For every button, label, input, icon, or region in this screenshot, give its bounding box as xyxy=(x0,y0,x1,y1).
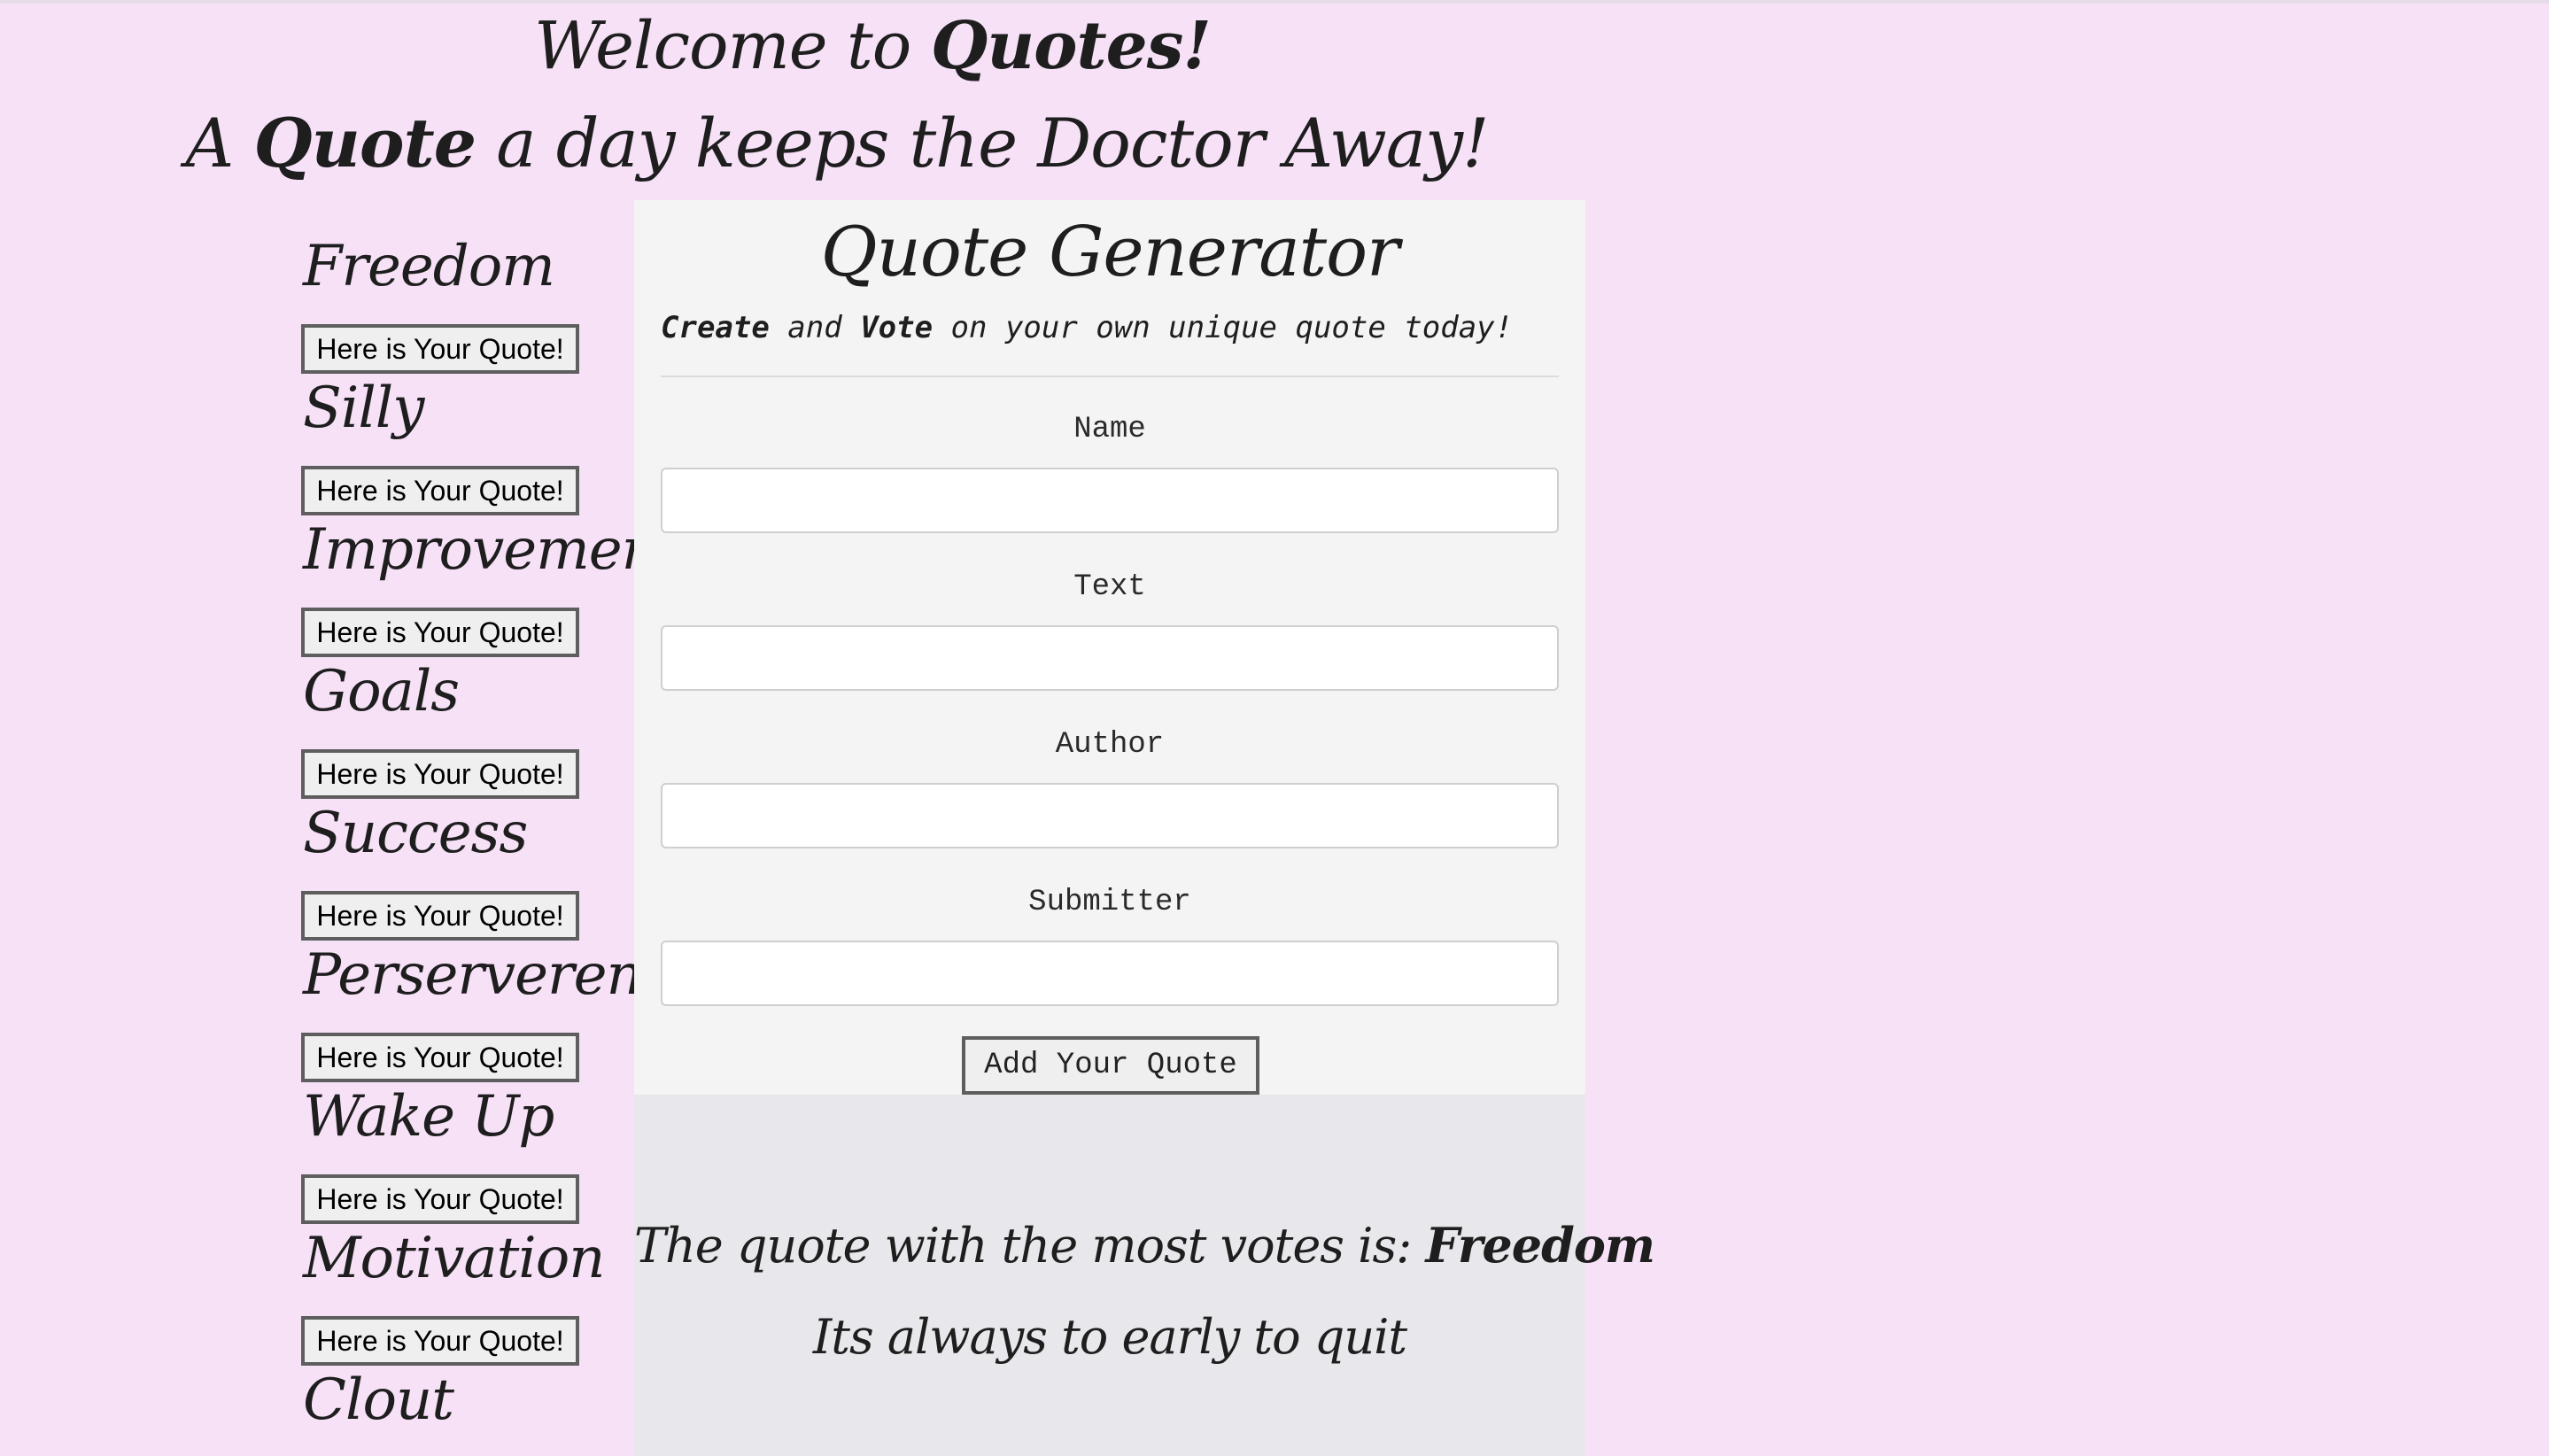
wake-up-quote-button[interactable]: Here is Your Quote! xyxy=(301,1174,579,1224)
category-name: Goals xyxy=(303,659,460,724)
motivation-quote-button[interactable]: Here is Your Quote! xyxy=(301,1316,579,1366)
author-label: Author xyxy=(1055,728,1165,762)
category-name: Success xyxy=(303,801,528,866)
goals-quote-button[interactable]: Here is Your Quote! xyxy=(301,749,579,799)
subtitle-create: Create xyxy=(661,310,770,345)
category-sidebar: Freedom Here is Your Quote! Silly Here i… xyxy=(301,227,706,1456)
category-name: Clout xyxy=(303,1367,454,1433)
category-silly: Silly Here is Your Quote! xyxy=(301,368,638,515)
category-name: Silly xyxy=(303,376,424,441)
category-freedom: Freedom Here is Your Quote! xyxy=(301,227,638,374)
perserverence-quote-button[interactable]: Here is Your Quote! xyxy=(301,1033,579,1082)
most-voted-name: Freedom xyxy=(1425,1217,1655,1274)
category-name: Motivation xyxy=(303,1226,605,1291)
quote-generator-panel: Quote Generator Create and Vote on your … xyxy=(634,200,1585,1095)
most-voted-prefix: The quote with the most votes is: xyxy=(634,1218,1426,1274)
subtitle-vote: Vote xyxy=(860,310,934,345)
category-improvement: Improvement Here is Your Quote! xyxy=(301,510,680,657)
welcome-heading: Welcome to Quotes! xyxy=(0,2,1745,90)
subtitle-and: and xyxy=(769,310,861,345)
most-voted-panel: The quote with the most votes is: Freedo… xyxy=(634,1095,1655,1456)
text-input[interactable] xyxy=(661,625,1559,691)
category-success: Success Here is Your Quote! xyxy=(301,794,638,941)
category-goals: Goals Here is Your Quote! xyxy=(301,652,638,799)
welcome-prefix: Welcome to xyxy=(534,8,931,84)
welcome-brand: Quotes! xyxy=(930,8,1212,84)
text-label: Text xyxy=(1073,570,1146,604)
author-input[interactable] xyxy=(661,783,1559,848)
divider xyxy=(661,376,1559,377)
name-input[interactable] xyxy=(661,468,1559,533)
tagline-heading: A Quote a day keeps the Doctor Away! xyxy=(0,99,1674,188)
submitter-input[interactable] xyxy=(661,941,1559,1006)
generator-subtitle: Create and Vote on your own unique quote… xyxy=(661,301,1564,354)
category-wake-up: Wake Up Here is Your Quote! xyxy=(301,1077,638,1224)
most-voted-quote-text: Its always to early to quit xyxy=(812,1309,1407,1365)
category-motivation: Motivation Here is Your Quote! xyxy=(301,1219,638,1366)
category-name: Improvement xyxy=(303,517,680,583)
name-label: Name xyxy=(1073,413,1146,446)
subtitle-rest: on your own unique quote today! xyxy=(933,310,1514,345)
category-clout: Clout xyxy=(301,1360,638,1456)
most-voted-line: The quote with the most votes is: Freedo… xyxy=(634,1210,1655,1282)
category-perserverence: Perserverence Here is Your Quote! xyxy=(301,935,706,1082)
success-quote-button[interactable]: Here is Your Quote! xyxy=(301,891,579,941)
tagline-end: a day keeps the Doctor Away! xyxy=(476,104,1489,182)
tagline-brand: Quote xyxy=(253,104,476,182)
category-name: Wake Up xyxy=(303,1084,554,1150)
add-quote-button[interactable]: Add Your Quote xyxy=(962,1036,1259,1095)
freedom-quote-button[interactable]: Here is Your Quote! xyxy=(301,324,579,374)
silly-quote-button[interactable]: Here is Your Quote! xyxy=(301,466,579,515)
submitter-label: Submitter xyxy=(1028,886,1191,919)
tagline-start: A xyxy=(185,104,254,182)
category-name: Freedom xyxy=(303,234,555,299)
improvement-quote-button[interactable]: Here is Your Quote! xyxy=(301,608,579,657)
generator-title: Quote Generator xyxy=(820,213,1400,292)
